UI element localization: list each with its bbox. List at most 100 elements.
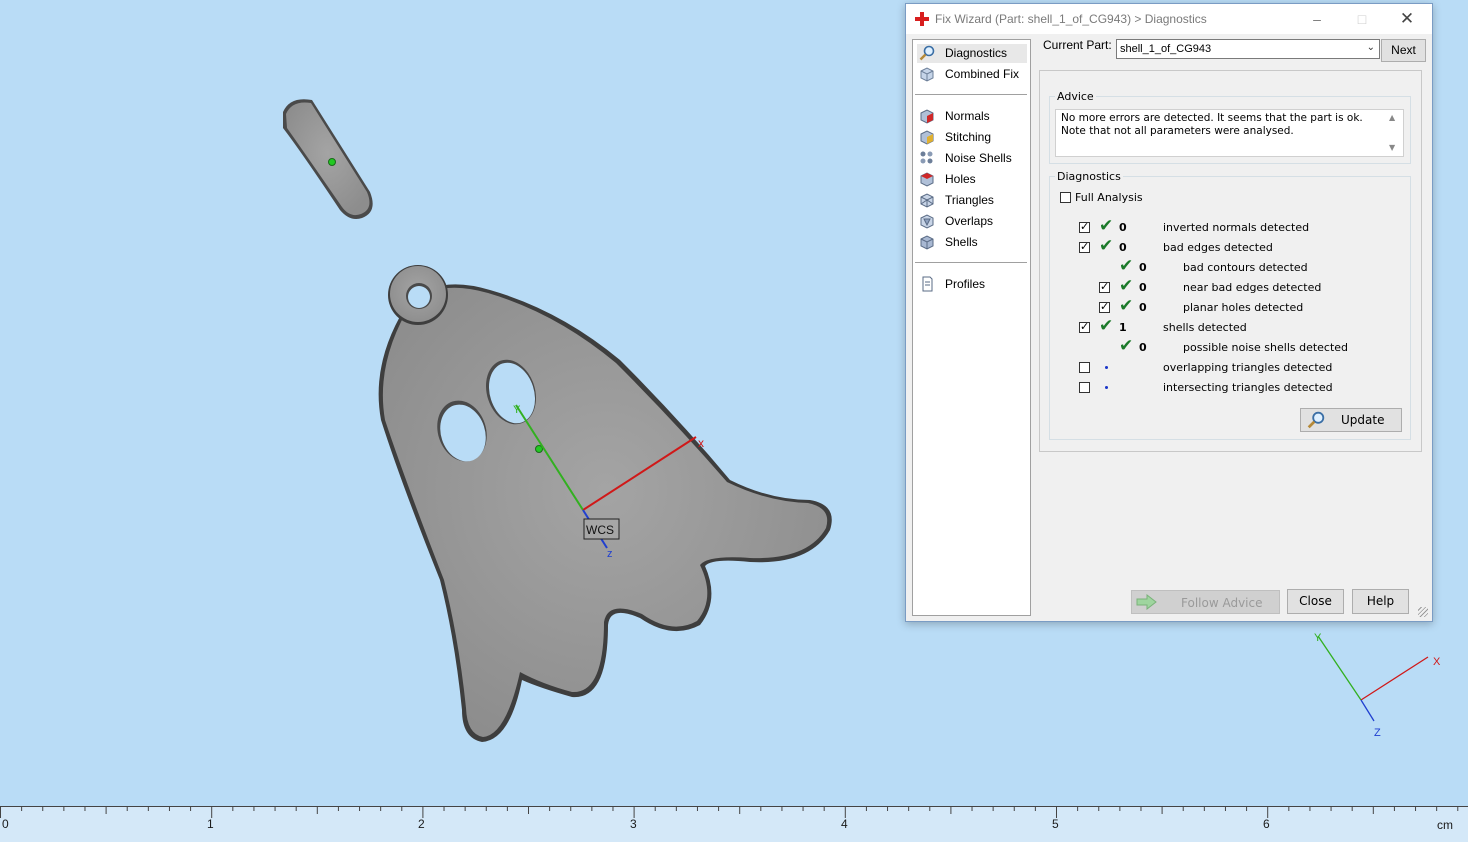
triad-z-label: Z: [1374, 727, 1381, 739]
triad-x-label: X: [1433, 656, 1441, 668]
maximize-button[interactable]: □: [1344, 7, 1380, 31]
check-icon: ✔: [1119, 256, 1134, 276]
scroll-down-icon: ▼: [1389, 143, 1396, 152]
shells-cube-icon: [920, 235, 934, 250]
bad-edges-count: 0: [1119, 241, 1127, 254]
wcs-x-label: x: [698, 436, 704, 450]
overlapping-triangles-checkbox[interactable]: [1079, 362, 1090, 373]
nav-item-noise-shells[interactable]: Noise Shells: [917, 149, 1027, 168]
wcs-label: WCS: [586, 523, 614, 537]
current-part-value: shell_1_of_CG943: [1120, 43, 1212, 55]
ruler-label-2: 2: [418, 817, 425, 831]
nav-item-normals[interactable]: Normals: [917, 107, 1027, 126]
close-icon: ✕: [1399, 9, 1415, 28]
check-icon: ✔: [1119, 276, 1134, 296]
nav-item-shells[interactable]: Shells: [917, 233, 1027, 252]
check-icon: ✔: [1099, 236, 1114, 256]
scroll-up-icon: ▲: [1389, 113, 1396, 122]
intersecting-triangles-checkbox[interactable]: [1079, 382, 1090, 393]
triangles-cube-icon: [920, 193, 934, 208]
planar-holes-count: 0: [1139, 301, 1147, 314]
triad-x-axis: [1360, 656, 1429, 701]
magnifier-icon: [1307, 411, 1325, 429]
current-part-select[interactable]: shell_1_of_CG943 ⌄: [1116, 39, 1380, 59]
noise-shells-label: possible noise shells detected: [1183, 341, 1349, 354]
check-icon: ✔: [1099, 216, 1114, 236]
next-button[interactable]: Next: [1381, 39, 1426, 62]
close-window-button[interactable]: ✕: [1389, 7, 1425, 31]
bad-edges-label: bad edges detected: [1163, 241, 1273, 254]
shells-label: shells detected: [1163, 321, 1247, 334]
combined-fix-icon: [920, 67, 934, 82]
bottom-ruler: [0, 806, 1468, 842]
triad-y-label: Y: [1314, 632, 1322, 644]
help-button[interactable]: Help: [1352, 589, 1409, 614]
nav-item-holes[interactable]: Holes: [917, 170, 1027, 189]
nav-label-noise-shells: Noise Shells: [945, 151, 1012, 165]
bad-edges-checkbox[interactable]: [1079, 240, 1090, 253]
advice-group-title: Advice: [1055, 90, 1096, 103]
full-analysis-label: Full Analysis: [1075, 191, 1143, 204]
ruler-label-5: 5: [1052, 817, 1059, 831]
bad-contours-count: 0: [1139, 261, 1147, 274]
pending-dot-icon: [1105, 366, 1108, 369]
close-button[interactable]: Close: [1287, 589, 1344, 614]
bad-contours-label: bad contours detected: [1183, 261, 1308, 274]
ruler-ticks: [0, 806, 1468, 818]
nav-label-shells: Shells: [945, 235, 978, 249]
follow-advice-button[interactable]: Follow Advice: [1131, 590, 1280, 614]
near-bad-edges-checkbox[interactable]: [1099, 280, 1110, 293]
shells-checkbox[interactable]: [1079, 320, 1090, 333]
small-model-piece[interactable]: [283, 99, 373, 219]
update-label: Update: [1341, 413, 1385, 427]
nav-label-profiles: Profiles: [945, 277, 986, 291]
nav-item-triangles[interactable]: Triangles: [917, 191, 1027, 210]
diagnostics-group-title: Diagnostics: [1055, 170, 1123, 183]
noise-shells-icon: [920, 151, 933, 164]
wizard-nav-panel: Diagnostics Combined Fix Normals Stitchi…: [912, 39, 1031, 616]
document-icon: [922, 276, 933, 292]
normals-cube-icon: [920, 109, 934, 124]
advice-textbox[interactable]: No more errors are detected. It seems th…: [1055, 109, 1404, 157]
shells-count: 1: [1119, 321, 1127, 334]
near-bad-edges-count: 0: [1139, 281, 1147, 294]
full-analysis-checkbox[interactable]: [1060, 192, 1071, 203]
nav-divider: [915, 94, 1027, 95]
nav-item-overlaps[interactable]: Overlaps: [917, 212, 1027, 231]
planar-holes-checkbox[interactable]: [1099, 300, 1110, 313]
nav-label-diagnostics: Diagnostics: [945, 46, 1008, 60]
inverted-normals-checkbox[interactable]: [1079, 220, 1090, 233]
nav-item-diagnostics[interactable]: Diagnostics: [917, 44, 1027, 63]
arrow-right-icon: [1136, 594, 1157, 610]
nav-item-profiles[interactable]: Profiles: [917, 275, 1027, 294]
check-icon: ✔: [1119, 296, 1134, 316]
check-icon: ✔: [1119, 336, 1134, 356]
dialog-titlebar[interactable]: Fix Wizard (Part: shell_1_of_CG943) > Di…: [906, 4, 1432, 34]
noise-shells-count: 0: [1139, 341, 1147, 354]
overlaps-cube-icon: [920, 214, 934, 229]
advice-scrollbar[interactable]: ▲ ▼: [1386, 111, 1402, 155]
small-piece-marker: [328, 158, 336, 166]
ruler-label-0: 0: [2, 817, 9, 831]
inverted-normals-count: 0: [1119, 221, 1127, 234]
ruler-label-3: 3: [630, 817, 637, 831]
triad-z-axis: [1360, 699, 1375, 722]
follow-advice-label: Follow Advice: [1181, 596, 1263, 610]
nav-item-stitching[interactable]: Stitching: [917, 128, 1027, 147]
update-button[interactable]: Update: [1300, 408, 1402, 432]
check-icon: ✔: [1099, 316, 1114, 336]
ruler-unit: cm: [1437, 818, 1453, 832]
chevron-down-icon: ⌄: [1366, 42, 1375, 53]
resize-grip-icon[interactable]: [1418, 607, 1428, 617]
holes-cube-icon: [920, 172, 934, 187]
minimize-button[interactable]: –: [1299, 7, 1335, 31]
wcs-z-label: z: [607, 548, 613, 560]
nav-label-overlaps: Overlaps: [945, 214, 994, 228]
ghost-model[interactable]: [378, 265, 832, 742]
nav-item-combined-fix[interactable]: Combined Fix: [917, 65, 1027, 84]
current-part-label: Current Part:: [1043, 38, 1112, 52]
near-bad-edges-label: near bad edges detected: [1183, 281, 1322, 294]
nav-label-triangles: Triangles: [945, 193, 994, 207]
nav-label-stitching: Stitching: [945, 130, 992, 144]
intersecting-triangles-label: intersecting triangles detected: [1163, 381, 1333, 394]
